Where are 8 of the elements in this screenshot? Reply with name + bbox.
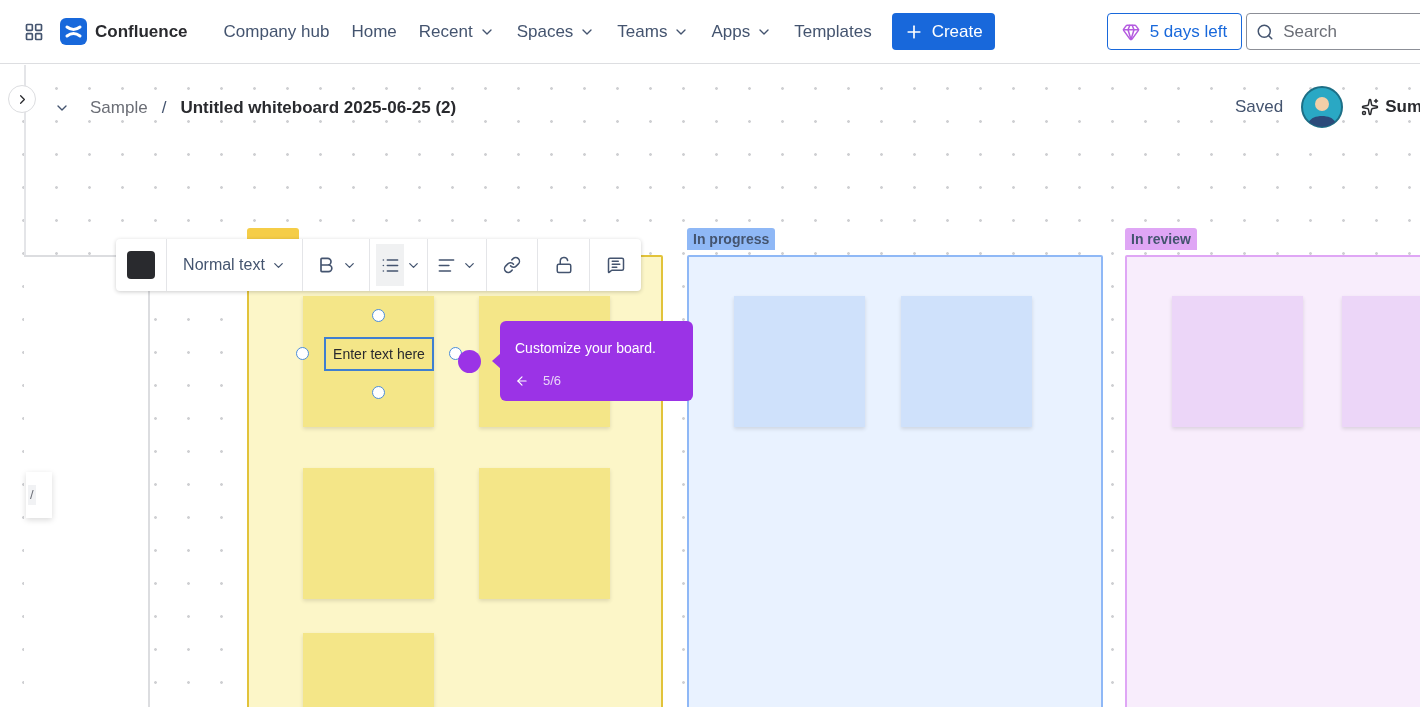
save-status: Saved bbox=[1235, 96, 1284, 119]
tour-text: Customize your board. bbox=[515, 339, 657, 358]
tour-step: 5/6 bbox=[543, 371, 562, 391]
breadcrumb-separator: / bbox=[161, 97, 167, 119]
column-label: In review bbox=[1125, 228, 1197, 250]
shortcut-key: / bbox=[28, 485, 36, 505]
column-label: In progress bbox=[687, 228, 776, 250]
page-title: Untitled whiteboard 2025-06-25 (2) bbox=[180, 97, 457, 119]
